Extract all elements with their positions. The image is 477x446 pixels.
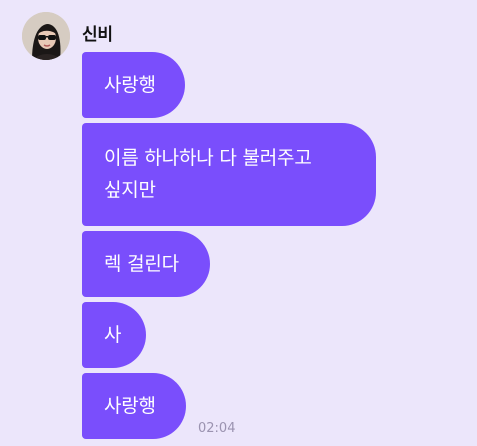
message-text: 이름 하나하나 다 불러주고싶지만 bbox=[104, 147, 312, 201]
avatar-photo-icon bbox=[22, 12, 70, 60]
avatar[interactable] bbox=[22, 12, 70, 60]
message-bubble[interactable]: 이름 하나하나 다 불러주고싶지만 bbox=[82, 123, 376, 226]
message-bubble[interactable]: 렉 걸린다 bbox=[82, 231, 210, 297]
message-line: 싶지만 bbox=[104, 179, 156, 201]
message-list: 사랑행 이름 하나하나 다 불러주고싶지만 렉 걸린다 사 사랑행 02:04 bbox=[82, 52, 376, 444]
message-bubble[interactable]: 사랑행 bbox=[82, 52, 185, 118]
sender-name: 신비 bbox=[82, 25, 113, 45]
message-timestamp: 02:04 bbox=[198, 421, 236, 436]
message-bubble[interactable]: 사 bbox=[82, 302, 146, 368]
message-line: 이름 하나하나 다 불러주고 bbox=[104, 147, 312, 169]
message-bubble[interactable]: 사랑행 bbox=[82, 373, 186, 439]
